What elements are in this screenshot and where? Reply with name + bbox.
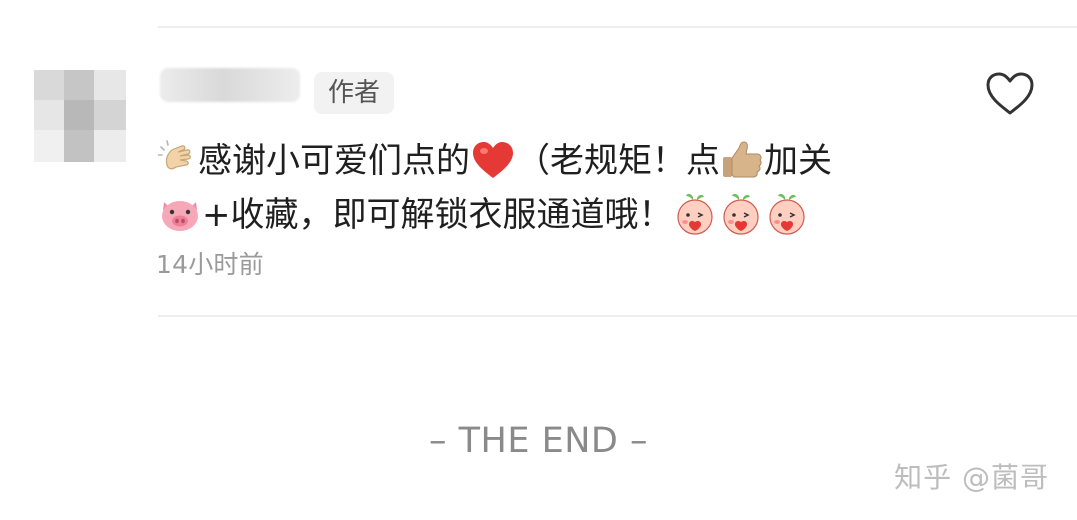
peach-kiss-icon — [673, 192, 811, 236]
comment-part-2: （老规矩！点 — [516, 141, 720, 181]
author-badge: 作者 — [314, 72, 395, 114]
like-button[interactable] — [982, 68, 1038, 118]
comment-part-4: +收藏，即可解锁衣服通道哦！ — [202, 195, 673, 235]
red-heart-icon — [470, 140, 516, 180]
bottom-divider — [158, 315, 1077, 317]
pig-face-icon — [158, 194, 202, 234]
comment-part-1: 感谢小可爱们点的 — [198, 141, 470, 181]
comment-text: 感谢小可爱们点的 （老规矩！点 加关 +收藏，即可解锁衣服通道哦！ — [158, 134, 978, 242]
username-blurred[interactable] — [160, 68, 300, 102]
comment-part-3: 加关 — [764, 141, 832, 181]
top-divider — [158, 26, 1077, 28]
thumbs-up-icon — [720, 139, 764, 181]
the-end-text: – THE END – — [429, 421, 648, 461]
comment-timestamp: 14小时前 — [156, 250, 264, 279]
clap-icon — [158, 139, 198, 180]
heart-outline-icon — [986, 72, 1034, 115]
avatar[interactable] — [34, 70, 126, 162]
zhihu-watermark: 知乎 @菌哥 — [894, 461, 1049, 494]
